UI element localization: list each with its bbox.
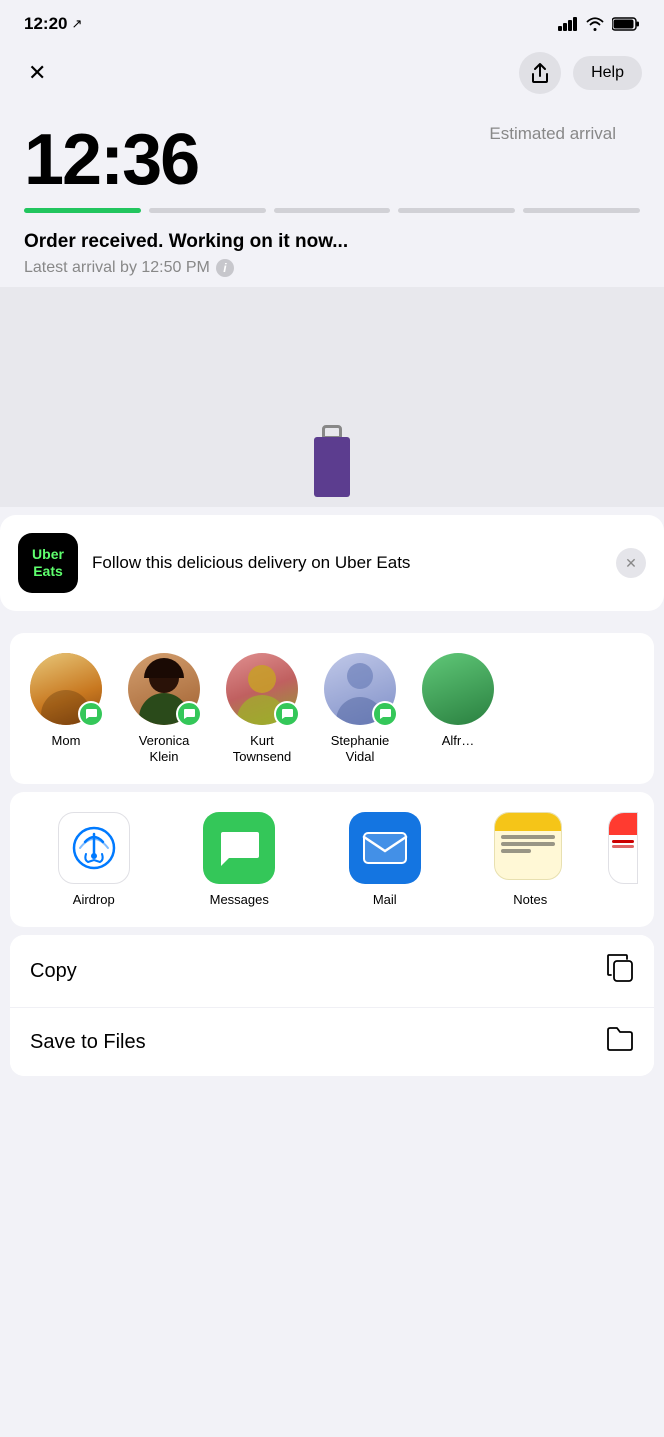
progress-segment-5 — [523, 208, 640, 213]
status-bar: 12:20 ↗ — [0, 0, 664, 42]
mail-label: Mail — [373, 892, 397, 907]
contact-name-kurt: Kurt Townsend — [222, 733, 302, 764]
veronica-message-badge — [176, 701, 202, 727]
signal-icon — [558, 17, 578, 31]
copy-icon — [606, 953, 634, 989]
contact-name-alfr: Alfr… — [442, 733, 475, 749]
order-status-text: Order received. Working on it now... — [24, 231, 640, 253]
arrival-time: 12:36 — [24, 124, 198, 196]
contacts-row: Mom Veronica Klein — [10, 633, 654, 784]
contact-name-veronica: Veronica Klein — [124, 733, 204, 764]
map-area — [0, 287, 664, 507]
notes-line-2 — [501, 842, 555, 846]
progress-bar — [24, 208, 640, 213]
copy-label: Copy — [30, 960, 77, 983]
messages-icon-svg — [217, 828, 261, 868]
close-button[interactable]: ✕ — [22, 54, 52, 92]
messages-icon-box — [203, 812, 275, 884]
contact-avatar-stephanie — [324, 653, 396, 725]
banner-text: Follow this delicious delivery on Uber E… — [92, 553, 602, 573]
app-notes[interactable]: Notes — [463, 812, 599, 907]
location-icon: ↗ — [71, 16, 82, 32]
top-right-buttons: Help — [519, 52, 642, 94]
app-reminders[interactable] — [608, 812, 638, 907]
airdrop-icon-box — [58, 812, 130, 884]
uber-eats-logo: Uber Eats — [18, 533, 78, 593]
time-display: 12:20 — [24, 14, 67, 34]
arrival-label: Estimated arrival — [489, 124, 616, 144]
folder-icon-svg — [606, 1026, 634, 1052]
battery-icon — [612, 17, 640, 31]
progress-segment-4 — [398, 208, 515, 213]
notes-line-3 — [501, 849, 531, 853]
mom-message-badge — [78, 701, 104, 727]
mail-icon-box — [349, 812, 421, 884]
reminders-icon-box — [608, 812, 638, 884]
message-icon — [182, 707, 196, 721]
apps-row: Airdrop Messages Mail — [10, 792, 654, 927]
notes-icon-box — [494, 812, 566, 884]
save-to-files-label: Save to Files — [30, 1031, 146, 1054]
notes-line-1 — [501, 835, 555, 839]
progress-segment-3 — [274, 208, 391, 213]
notes-icon-top — [495, 813, 561, 831]
top-nav: ✕ Help — [0, 42, 664, 104]
stephanie-message-badge — [372, 701, 398, 727]
airdrop-icon-svg — [72, 826, 116, 870]
wifi-icon — [586, 17, 604, 31]
avatar-circle-alfr — [422, 653, 494, 725]
share-sheet: Mom Veronica Klein — [0, 621, 664, 1076]
status-icons — [558, 17, 640, 31]
bag-body — [314, 437, 350, 497]
latest-arrival-text: Latest arrival by 12:50 PM i — [24, 259, 640, 277]
notes-icon-lines — [495, 831, 561, 857]
contact-avatar-alfr — [422, 653, 494, 725]
status-time: 12:20 ↗ — [24, 14, 82, 34]
message-icon — [84, 707, 98, 721]
main-content: 12:36 Estimated arrival Order received. … — [0, 104, 664, 287]
message-icon — [280, 707, 294, 721]
message-icon — [378, 707, 392, 721]
contact-veronica[interactable]: Veronica Klein — [124, 653, 204, 764]
copy-action[interactable]: Copy — [10, 935, 654, 1008]
contact-avatar-veronica — [128, 653, 200, 725]
delivery-bag-icon — [314, 437, 350, 497]
notes-icon-bg — [494, 812, 562, 880]
share-banner: Uber Eats Follow this delicious delivery… — [0, 515, 664, 611]
share-button[interactable] — [519, 52, 561, 94]
app-messages[interactable]: Messages — [172, 812, 308, 907]
uber-eats-logo-text: Uber Eats — [32, 546, 64, 580]
app-mail[interactable]: Mail — [317, 812, 453, 907]
contact-alfr[interactable]: Alfr… — [418, 653, 498, 764]
contact-kurt[interactable]: Kurt Townsend — [222, 653, 302, 764]
info-icon[interactable]: i — [216, 259, 234, 277]
progress-segment-1 — [24, 208, 141, 213]
save-to-files-icon — [606, 1026, 634, 1058]
contact-avatar-mom — [30, 653, 102, 725]
contact-mom[interactable]: Mom — [26, 653, 106, 764]
arrival-row: 12:36 Estimated arrival — [24, 124, 640, 196]
contact-stephanie[interactable]: Stephanie Vidal — [320, 653, 400, 764]
contact-avatar-kurt — [226, 653, 298, 725]
save-to-files-action[interactable]: Save to Files — [10, 1008, 654, 1076]
banner-close-button[interactable]: ✕ — [616, 548, 646, 578]
mail-icon-svg — [362, 831, 408, 865]
contact-name-mom: Mom — [52, 733, 81, 749]
contact-name-stephanie: Stephanie Vidal — [320, 733, 400, 764]
action-rows: Copy Save to Files — [10, 935, 654, 1076]
notes-label: Notes — [513, 892, 547, 907]
app-airdrop[interactable]: Airdrop — [26, 812, 162, 907]
messages-label: Messages — [210, 892, 269, 907]
progress-segment-2 — [149, 208, 266, 213]
share-icon — [530, 62, 550, 84]
airdrop-label: Airdrop — [73, 892, 115, 907]
copy-icon-svg — [606, 953, 634, 983]
kurt-message-badge — [274, 701, 300, 727]
help-button[interactable]: Help — [573, 56, 642, 90]
